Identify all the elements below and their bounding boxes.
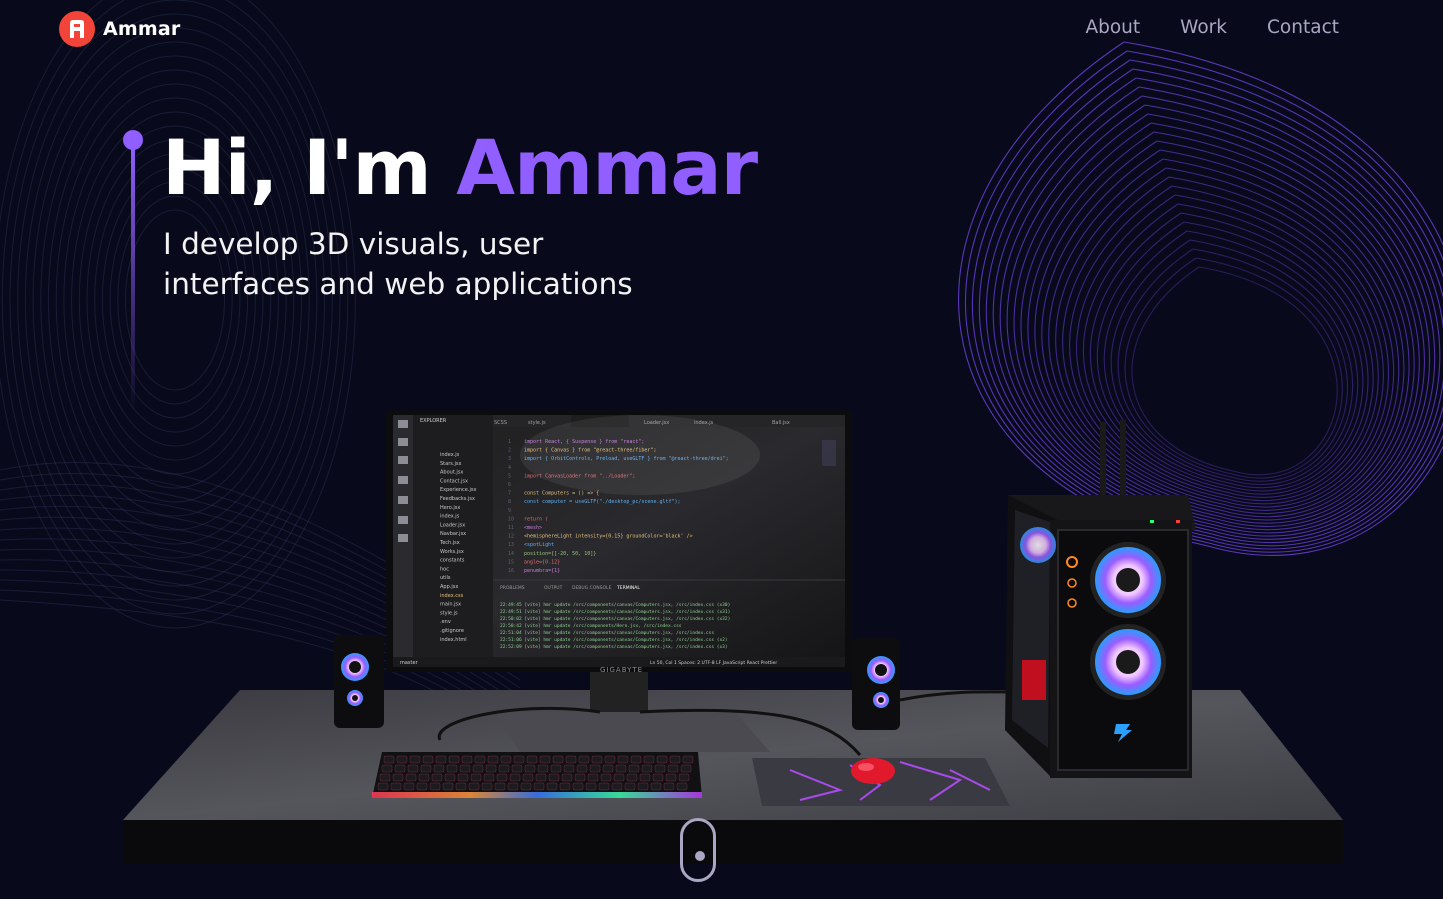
code-line: position={[-20, 50, 10]} bbox=[524, 551, 596, 557]
code-line: penumbra={1} bbox=[524, 568, 560, 574]
monitor-brand: GIGABYTE bbox=[600, 666, 643, 674]
terminal-line: 22:51:04 [vite] hmr update /src/componen… bbox=[500, 630, 714, 636]
file-tree-item: index.js bbox=[440, 514, 460, 520]
file-tree-item: Experience.jsx bbox=[440, 487, 476, 493]
status-branch: master bbox=[400, 660, 419, 666]
editor-tab: Ball.jsx bbox=[772, 420, 790, 426]
panel-tab: DEBUG CONSOLE bbox=[572, 585, 612, 591]
panel-tab: PROBLEMS bbox=[500, 585, 525, 591]
code-line: <spotLight bbox=[524, 542, 554, 548]
pc-tower bbox=[1005, 420, 1196, 778]
terminal-line: 22:51:06 [vite] hmr update /src/componen… bbox=[500, 637, 728, 643]
file-tree-item: Works.jsx bbox=[440, 549, 464, 555]
file-tree-item: utils bbox=[440, 575, 451, 581]
code-line: const Computers = () => { bbox=[524, 491, 599, 497]
code-line-number: 7 bbox=[508, 491, 511, 497]
left-speaker bbox=[334, 635, 384, 728]
terminal-line: 22:49:45 [vite] hmr update /src/componen… bbox=[500, 602, 730, 608]
code-line: angle={0.12} bbox=[524, 559, 560, 565]
terminal-line: 22:50:02 [vite] hmr update /src/componen… bbox=[500, 616, 730, 622]
code-line-number: 15 bbox=[508, 559, 514, 565]
panel-tab: TERMINAL bbox=[616, 585, 640, 591]
explorer-title: EXPLORER bbox=[420, 418, 447, 424]
panel-tab: OUTPUT bbox=[544, 585, 563, 591]
file-tree-item: About.jsx bbox=[440, 470, 463, 476]
file-tree-item: Navbar.jsx bbox=[440, 531, 466, 537]
file-tree-item: Loader.jsx bbox=[440, 522, 465, 528]
editor-tab: SCSS bbox=[494, 420, 507, 426]
code-line-number: 12 bbox=[508, 534, 514, 540]
code-line-number: 6 bbox=[508, 482, 511, 488]
file-tree-item: style.js bbox=[440, 610, 458, 616]
file-tree-item: index.html bbox=[440, 637, 467, 643]
scroll-dot bbox=[695, 851, 705, 861]
file-tree-item: App.jsx bbox=[440, 584, 458, 590]
terminal-line: 22:50:42 [vite] hmr update /src/componen… bbox=[500, 623, 682, 629]
file-tree-item: index.js bbox=[440, 452, 460, 458]
code-line-number: 2 bbox=[508, 448, 511, 454]
computer-scene[interactable]: EXPLORER index.js Stars.jsx About.jsx Conta… bbox=[0, 0, 1443, 899]
code-line-number: 14 bbox=[508, 551, 514, 557]
code-line-number: 13 bbox=[508, 542, 514, 548]
code-line: <mesh> bbox=[524, 525, 542, 531]
mouse bbox=[851, 758, 895, 784]
code-line-number: 4 bbox=[508, 465, 511, 471]
file-tree-item: .gitignore bbox=[440, 628, 464, 634]
file-tree-item: index.css bbox=[440, 593, 464, 599]
code-line: const computer = useGLTF("./desktop_pc/s… bbox=[524, 499, 681, 505]
code-line-number: 10 bbox=[508, 516, 514, 522]
code-line-number: 8 bbox=[508, 499, 511, 505]
file-tree-item: constants bbox=[440, 558, 465, 564]
file-tree-item: Contact.jsx bbox=[440, 478, 468, 484]
code-line-number: 16 bbox=[508, 568, 514, 574]
code-line-number: 11 bbox=[508, 525, 514, 531]
scroll-down-button[interactable] bbox=[680, 818, 716, 882]
editor-tab: style.js bbox=[528, 420, 546, 426]
code-line: return ( bbox=[524, 516, 548, 522]
code-line-number: 9 bbox=[508, 508, 511, 514]
right-speaker bbox=[852, 638, 900, 730]
code-line-number: 3 bbox=[508, 456, 511, 462]
code-line-number: 1 bbox=[508, 439, 511, 445]
code-line: <hemisphereLight intensity={0.15} ground… bbox=[524, 534, 693, 540]
terminal-line: 22:52:09 [vite] hmr update /src/componen… bbox=[500, 644, 728, 650]
file-tree-item: Stars.jsx bbox=[440, 461, 461, 467]
status-right: Ln 50, Col 1 Spaces: 2 UTF-8 LF JavaScri… bbox=[650, 660, 777, 666]
keyboard bbox=[372, 752, 702, 798]
file-tree-item: Tech.jsx bbox=[439, 540, 460, 546]
file-tree-item: main.jsx bbox=[440, 602, 461, 608]
file-tree-item: hoc bbox=[440, 566, 449, 572]
file-tree-item: Hero.jsx bbox=[440, 505, 460, 511]
terminal-line: 22:49:51 [vite] hmr update /src/componen… bbox=[500, 609, 730, 615]
file-tree-item: .env bbox=[440, 619, 451, 625]
file-tree-item: Feedbacks.jsx bbox=[440, 496, 475, 502]
code-line-number: 5 bbox=[508, 473, 511, 479]
